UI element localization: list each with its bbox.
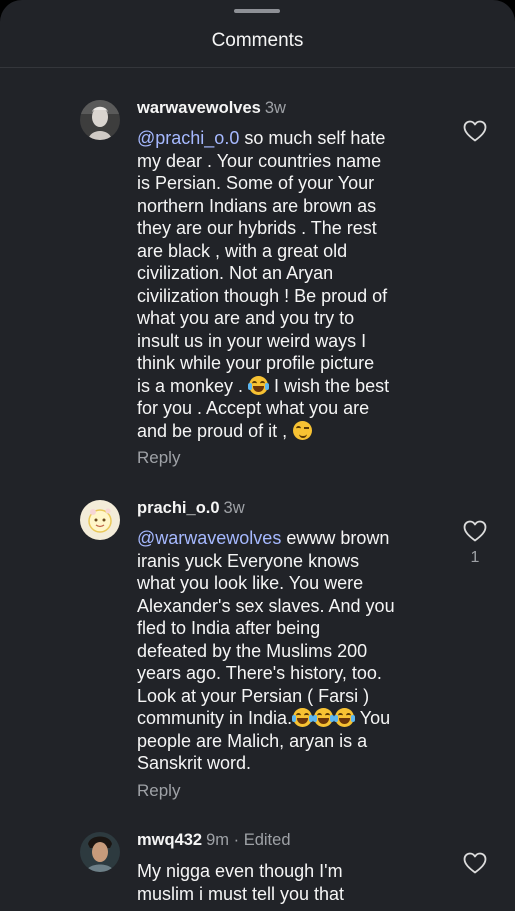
avatar[interactable] — [80, 832, 120, 872]
comment-text: @prachi_o.0 so much self hate my dear . … — [137, 128, 390, 441]
username[interactable]: mwq432 — [137, 831, 202, 849]
username[interactable]: warwavewolves — [137, 99, 261, 117]
mention-link[interactable]: @warwavewolves — [137, 528, 281, 548]
username[interactable]: prachi_o.0 — [137, 499, 220, 517]
tears-of-joy-emoji — [334, 708, 356, 727]
like-count: 1 — [470, 549, 480, 566]
tears-of-joy-emoji — [248, 375, 270, 395]
avatar[interactable] — [80, 500, 120, 540]
comment-header: prachi_o.0 3w — [137, 498, 245, 518]
header-divider — [0, 67, 515, 68]
page-title: Comments — [211, 30, 304, 51]
winking-face-emoji — [293, 420, 313, 440]
timestamp: 3w — [264, 99, 286, 117]
timestamp: 3w — [223, 499, 245, 517]
comments-sheet: Comments warwavewolves 3w @prachi_o.0 so … — [0, 0, 515, 911]
heart-outline-icon[interactable] — [463, 520, 487, 542]
avatar[interactable] — [80, 100, 120, 140]
comment-text: @warwavewolves ewww brown iranis yuck Ev… — [137, 528, 395, 773]
comment-header: warwavewolves 3w — [137, 98, 286, 118]
comment-header: mwq432 9m · Edited — [137, 830, 291, 850]
tears-of-joy-emoji — [313, 708, 335, 727]
heart-outline-icon[interactable] — [463, 120, 487, 142]
tears-of-joy-emoji — [292, 708, 314, 727]
reply-button[interactable]: Reply — [137, 781, 180, 801]
timestamp: 9m · Edited — [206, 831, 291, 849]
heart-outline-icon[interactable] — [463, 852, 487, 874]
comment-text: My nigga even though I'm muslim i must t… — [137, 861, 345, 904]
drag-handle[interactable] — [234, 9, 280, 13]
reply-button[interactable]: Reply — [137, 448, 180, 468]
mention-link[interactable]: @prachi_o.0 — [137, 128, 239, 148]
